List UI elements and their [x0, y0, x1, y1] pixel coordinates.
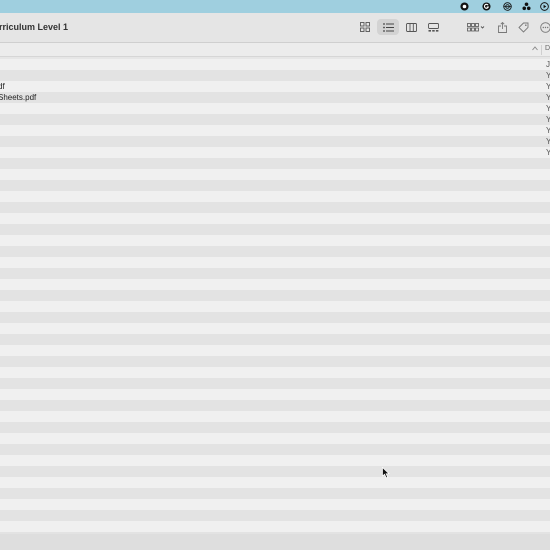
window-title: rriculum Level 1 [0, 22, 69, 32]
file-date: Y [546, 115, 550, 124]
file-date: Y [546, 71, 550, 80]
file-date: Y [546, 126, 550, 135]
empty-row [0, 400, 550, 411]
mouse-cursor-icon [382, 467, 390, 479]
empty-row [0, 279, 550, 290]
empty-row [0, 345, 550, 356]
empty-row [0, 268, 550, 279]
empty-row [0, 433, 550, 444]
empty-row [0, 477, 550, 488]
empty-row [0, 499, 550, 510]
dots-cluster-icon[interactable] [522, 2, 531, 11]
tag-button[interactable] [516, 19, 530, 35]
empty-row [0, 510, 550, 521]
empty-row [0, 191, 550, 202]
empty-row [0, 422, 550, 433]
empty-row [0, 378, 550, 389]
tag-icon [517, 22, 528, 33]
column-view-icon [405, 22, 417, 32]
file-name: Sheets.pdf [0, 93, 37, 102]
file-row[interactable]: Y [0, 147, 550, 158]
empty-row [0, 213, 550, 224]
file-row[interactable]: Y [0, 103, 550, 114]
empty-row [0, 312, 550, 323]
status-bar [0, 534, 550, 550]
column-view-button[interactable] [403, 19, 419, 35]
column-divider[interactable] [541, 45, 542, 55]
file-date: J [546, 60, 550, 69]
file-row[interactable]: Y [0, 70, 550, 81]
file-row[interactable]: J [0, 59, 550, 70]
icon-view-button[interactable] [357, 19, 373, 35]
empty-row [0, 158, 550, 169]
file-date: Y [546, 148, 550, 157]
play-circle-icon[interactable] [540, 2, 549, 11]
column-header: D [0, 43, 550, 57]
empty-row [0, 488, 550, 499]
empty-row [0, 444, 550, 455]
file-row[interactable]: Y [0, 136, 550, 147]
empty-row [0, 290, 550, 301]
empty-row [0, 301, 550, 312]
empty-row [0, 235, 550, 246]
file-row[interactable]: Y [0, 125, 550, 136]
file-date: Y [546, 104, 550, 113]
empty-row [0, 323, 550, 334]
network-icon[interactable] [503, 2, 512, 11]
more-icon [539, 21, 550, 33]
share-button[interactable] [495, 19, 509, 35]
group-by-button[interactable] [464, 19, 488, 35]
group-by-icon [467, 22, 485, 31]
file-name: df [0, 82, 5, 91]
empty-row [0, 466, 550, 477]
list-view-icon [382, 22, 394, 32]
empty-row [0, 257, 550, 268]
empty-row [0, 521, 550, 532]
list-view-button[interactable] [377, 19, 399, 35]
menu-bar [0, 0, 550, 13]
empty-row [0, 455, 550, 466]
grammarly-icon[interactable] [482, 2, 491, 11]
empty-row [0, 389, 550, 400]
empty-row [0, 356, 550, 367]
empty-row [0, 169, 550, 180]
icon-view-icon [360, 22, 370, 32]
empty-row [0, 411, 550, 422]
more-button[interactable] [538, 19, 550, 35]
empty-row [0, 202, 550, 213]
empty-row [0, 367, 550, 378]
gallery-view-button[interactable] [425, 19, 441, 35]
record-icon[interactable] [460, 2, 469, 11]
file-date: Y [546, 137, 550, 146]
file-list: J Ydf Y Sheets.pdf Y Y Y Y Y Y [0, 59, 550, 534]
file-date: Y [546, 93, 550, 102]
empty-row [0, 334, 550, 345]
share-icon [497, 21, 507, 33]
file-row[interactable]: df Y [0, 81, 550, 92]
empty-row [0, 180, 550, 191]
file-date: Y [546, 82, 550, 91]
date-column-header[interactable]: D [545, 45, 550, 52]
finder-toolbar: rriculum Level 1 [0, 13, 550, 43]
empty-row [0, 246, 550, 257]
gallery-view-icon [427, 22, 439, 32]
file-row[interactable]: Y [0, 114, 550, 125]
chevron-up-icon[interactable] [532, 46, 538, 51]
file-row[interactable]: Sheets.pdf Y [0, 92, 550, 103]
empty-row [0, 224, 550, 235]
